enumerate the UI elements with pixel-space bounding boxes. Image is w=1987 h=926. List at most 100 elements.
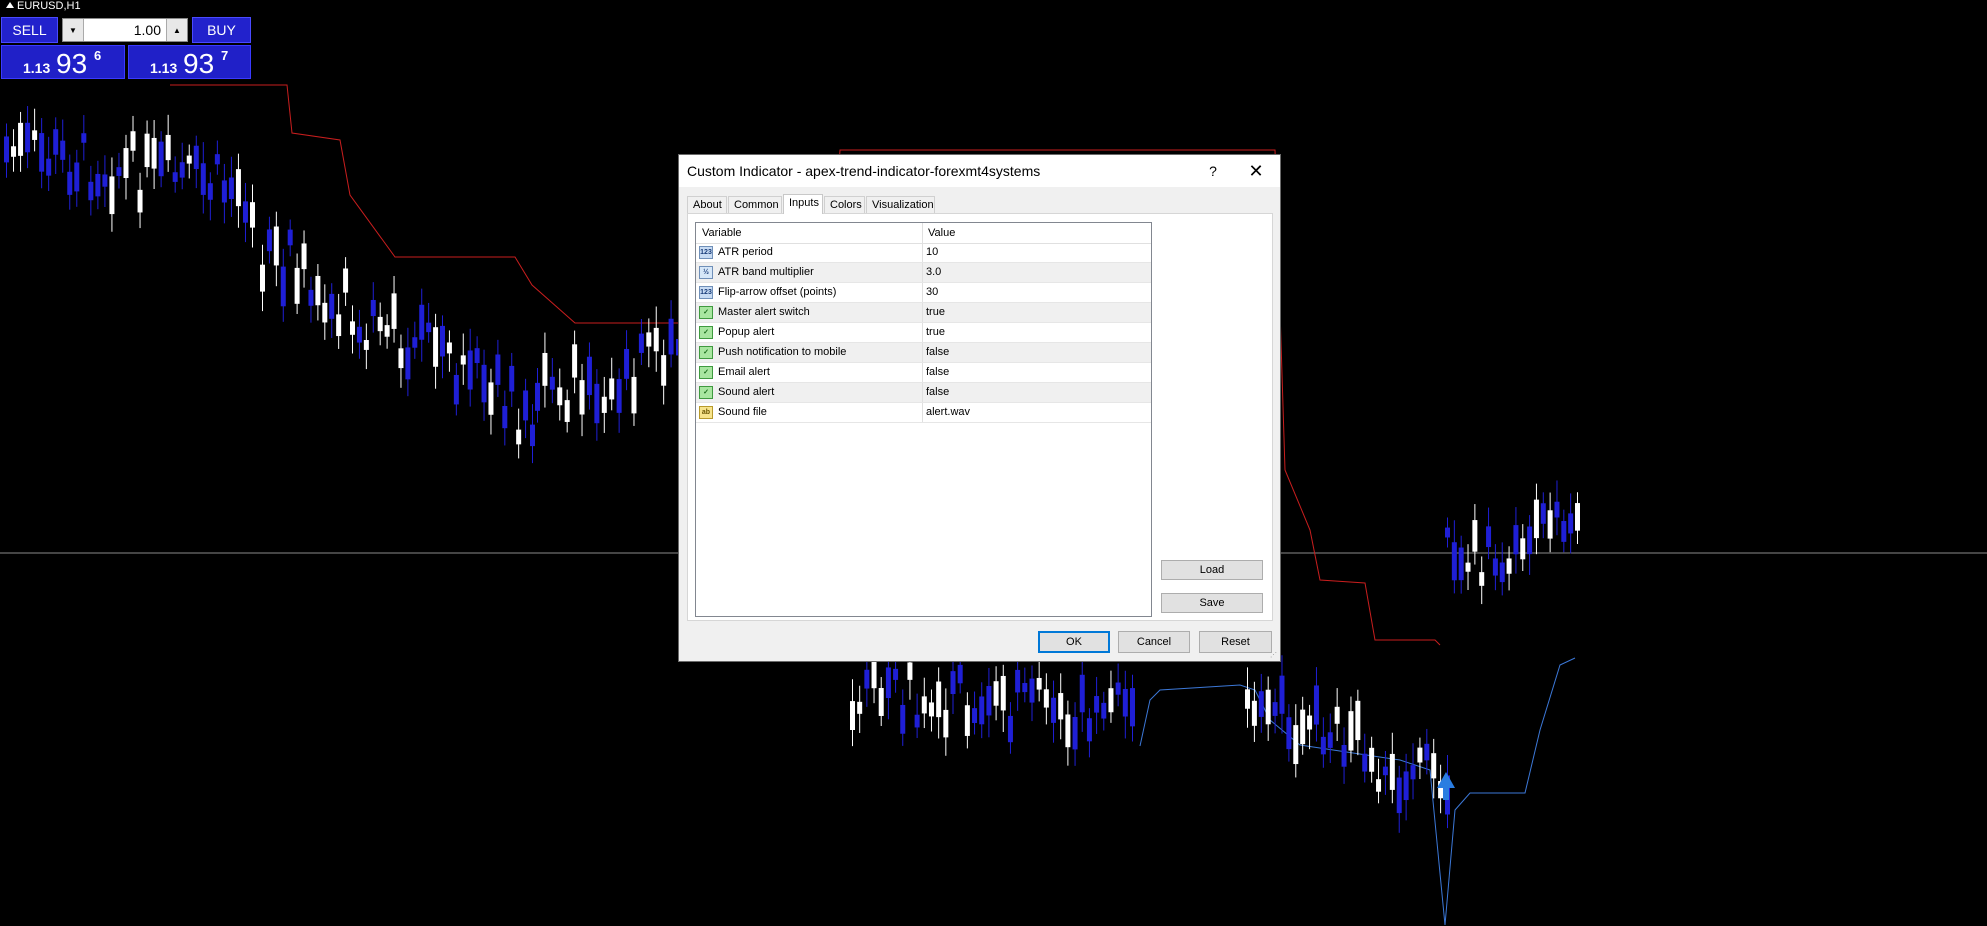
candle-body <box>186 155 192 164</box>
tab-colors[interactable]: Colors <box>824 196 865 213</box>
lot-size-field[interactable]: ▼ 1.00 ▲ <box>62 18 188 42</box>
save-button[interactable]: Save <box>1161 593 1263 613</box>
buy-price-button[interactable]: 1.13 93 7 <box>128 45 251 79</box>
table-row[interactable]: ✓ Popup alert true <box>696 323 1151 343</box>
candle-body <box>1410 765 1416 780</box>
candle-body <box>1465 562 1471 572</box>
table-row[interactable]: 123 ATR period 10 <box>696 243 1151 263</box>
input-value-cell[interactable]: alert.wav <box>926 406 970 418</box>
candle-body <box>116 167 122 176</box>
table-row[interactable]: ab Sound file alert.wav <box>696 403 1151 423</box>
candle-body <box>594 383 600 424</box>
input-value-cell[interactable]: false <box>926 366 949 378</box>
table-row[interactable]: ✓ Sound alert false <box>696 383 1151 403</box>
candle-body <box>530 424 535 447</box>
input-value-cell[interactable]: 30 <box>926 286 938 298</box>
candle-body <box>81 133 87 143</box>
candle-body <box>1348 711 1354 751</box>
candle-body <box>1265 689 1271 725</box>
ok-button[interactable]: OK <box>1038 631 1110 653</box>
candle-body <box>322 302 328 323</box>
candle-body <box>557 387 563 406</box>
reset-button[interactable]: Reset <box>1199 631 1272 653</box>
candle-body <box>1279 675 1285 714</box>
candle-body <box>1520 538 1526 560</box>
candle-body <box>412 337 418 348</box>
candle-body <box>384 325 390 337</box>
candle-body <box>1533 499 1539 539</box>
candle-body <box>1272 702 1278 716</box>
table-row[interactable]: ✓ Master alert switch true <box>696 303 1151 323</box>
sell-price-prefix: 1.13 <box>23 60 51 76</box>
candle-body <box>1094 696 1100 713</box>
candle-body <box>1130 688 1135 727</box>
candle-body <box>446 342 452 354</box>
tab-inputs[interactable]: Inputs <box>783 194 823 214</box>
lot-increase-icon[interactable]: ▲ <box>166 19 187 41</box>
lot-size-value[interactable]: 1.00 <box>134 22 161 38</box>
candle-body <box>1115 682 1121 695</box>
candle-body <box>67 171 73 195</box>
candle-body <box>1022 683 1028 693</box>
candle-body <box>1382 766 1388 776</box>
candle-body <box>668 318 674 355</box>
table-row[interactable]: ✓ Email alert false <box>696 363 1151 383</box>
candle-body <box>1086 718 1092 742</box>
close-icon[interactable]: ✕ <box>1241 159 1271 183</box>
candle-body <box>1327 732 1333 748</box>
candle-body <box>957 664 963 684</box>
input-value-cell[interactable]: true <box>926 306 945 318</box>
bool-icon: ✓ <box>699 306 713 319</box>
sell-price-button[interactable]: 1.13 93 6 <box>1 45 125 79</box>
tab-common[interactable]: Common <box>728 196 782 213</box>
column-divider <box>922 223 923 243</box>
help-icon[interactable]: ? <box>1198 159 1228 183</box>
input-value-cell[interactable]: false <box>926 346 949 358</box>
sell-button[interactable]: SELL <box>1 17 58 43</box>
column-header-variable[interactable]: Variable <box>702 227 742 239</box>
dialog-titlebar[interactable]: Custom Indicator - apex-trend-indicator-… <box>679 155 1280 187</box>
candle-body <box>1300 709 1306 745</box>
tab-about[interactable]: About <box>687 196 727 213</box>
candle-body <box>172 172 178 182</box>
buy-price-prefix: 1.13 <box>150 60 178 76</box>
candle-body <box>495 354 501 385</box>
candle-body <box>343 268 349 293</box>
chart-symbol-label: EURUSD,H1 <box>6 0 81 12</box>
table-row[interactable]: ✓ Push notification to mobile false <box>696 343 1151 363</box>
tab-visualization[interactable]: Visualization <box>866 196 935 213</box>
cancel-button[interactable]: Cancel <box>1118 631 1190 653</box>
double-icon: ½ <box>699 266 713 279</box>
input-value-cell[interactable]: false <box>926 386 949 398</box>
column-divider <box>922 243 923 262</box>
table-row[interactable]: 123 Flip-arrow offset (points) 30 <box>696 283 1151 303</box>
candle-body <box>914 714 920 728</box>
int-icon: 123 <box>699 286 713 299</box>
load-button[interactable]: Load <box>1161 560 1263 580</box>
input-value-cell[interactable]: 3.0 <box>926 266 941 278</box>
candle-body <box>398 348 404 369</box>
column-header-value[interactable]: Value <box>928 227 955 239</box>
resize-grip-icon[interactable]: ⋰ <box>1270 651 1278 659</box>
lot-decrease-icon[interactable]: ▼ <box>63 19 84 41</box>
column-divider <box>922 263 923 282</box>
candle-body <box>221 180 227 203</box>
candle-body <box>1286 717 1292 750</box>
candle-body <box>1568 513 1574 534</box>
candle-body <box>936 681 942 718</box>
candle-body <box>260 264 265 292</box>
candle-body <box>1513 525 1519 555</box>
table-row[interactable]: ½ ATR band multiplier 3.0 <box>696 263 1151 283</box>
candle-body <box>950 671 956 695</box>
input-value-cell[interactable]: true <box>926 326 945 338</box>
input-value-cell[interactable]: 10 <box>926 246 938 258</box>
candle-body <box>900 704 906 734</box>
candle-body <box>144 133 150 168</box>
candle-body <box>1499 562 1505 583</box>
sell-price-pips: 93 <box>56 48 88 79</box>
buy-button[interactable]: BUY <box>192 17 251 43</box>
inputs-grid[interactable]: Variable Value 123 ATR period 10 ½ ATR band … <box>695 222 1152 617</box>
candle-body <box>1458 547 1464 581</box>
candle-body <box>1451 542 1457 581</box>
candle-body <box>1396 777 1402 814</box>
